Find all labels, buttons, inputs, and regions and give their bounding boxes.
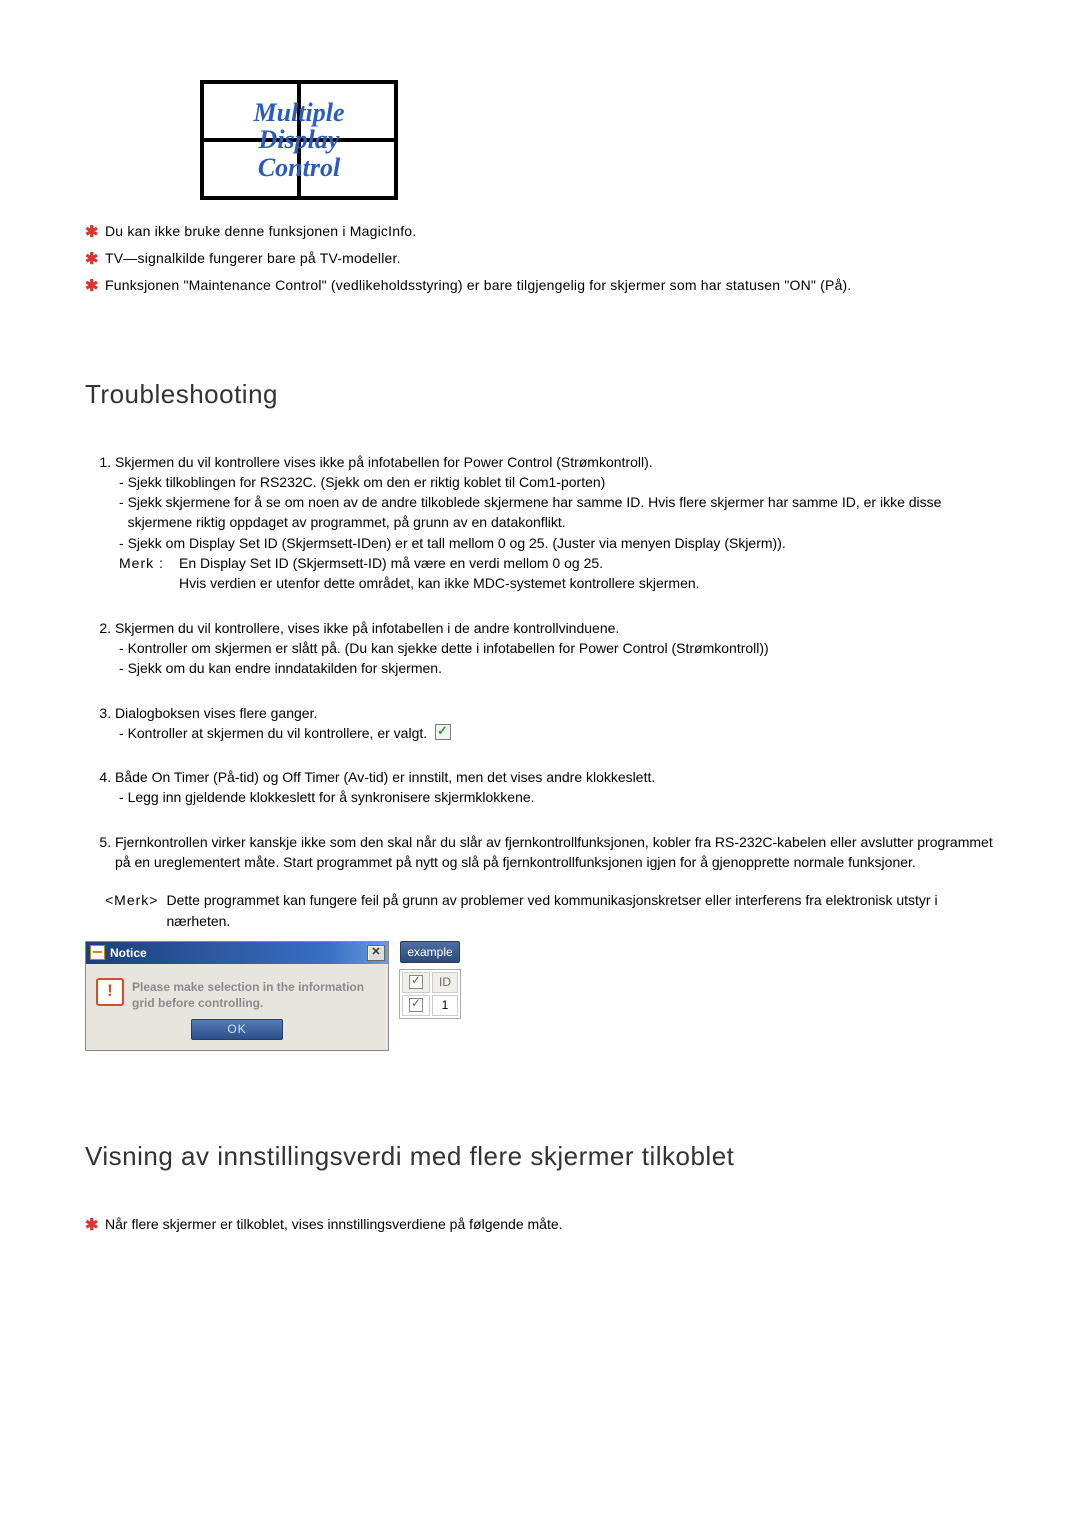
star-icon: ✱ [85,248,99,271]
ts-item-3-sub-0: Kontroller at skjermen du vil kontroller… [128,723,995,743]
star-icon: ✱ [85,275,99,298]
logo-figure: Multiple Display Control [85,80,995,203]
ts-item-2-lead: Skjermen du vil kontrollere, vises ikke … [115,620,619,636]
troubleshooting-heading: Troubleshooting [85,379,995,410]
check-icon [409,975,423,989]
ts-item-1: Skjermen du vil kontrollere vises ikke p… [115,452,995,594]
dialog-message: Please make selection in the information… [132,978,378,1011]
close-icon[interactable]: ✕ [367,945,385,961]
dialog-title: Notice [110,946,367,960]
ts-item-3-lead: Dialogboksen vises flere ganger. [115,705,317,721]
second-section-heading: Visning av innstillingsverdi med flere s… [85,1141,995,1172]
top-note-1: TV—signalkilde fungerer bare på TV-model… [105,248,995,271]
merk-label: Merk : [119,553,179,594]
check-icon [435,724,451,740]
example-table-header: ID [432,972,458,993]
example-table-value: 1 [432,995,458,1016]
dialog-app-icon [90,945,105,960]
dialog-titlebar: Notice ✕ [86,942,388,964]
merk-text: En Display Set ID (Skjermsett-ID) må vær… [179,553,995,594]
logo-line1: Multiple [253,98,344,127]
bottom-note-text: Når flere skjermer er tilkoblet, vises i… [105,1214,563,1237]
ok-button[interactable]: OK [191,1019,283,1040]
ts-item-4-sub-0: Legg inn gjeldende klokkeslett for å syn… [128,787,995,807]
ts-item-4-lead: Både On Timer (På-tid) og Off Timer (Av-… [115,769,655,785]
final-note: <Merk> Dette programmet kan fungere feil… [85,890,995,931]
final-note-text: Dette programmet kan fungere feil på gru… [166,890,995,931]
ts-item-1-sub-2: Sjekk om Display Set ID (Skjermsett-IDen… [128,533,995,553]
warning-icon: ! [96,978,124,1006]
star-icon: ✱ [85,221,99,244]
ts-item-2: Skjermen du vil kontrollere, vises ikke … [115,618,995,679]
bottom-note: ✱ Når flere skjermer er tilkoblet, vises… [85,1214,995,1237]
logo-line3: Control [258,153,340,182]
ts-item-2-sub-1: Sjekk om du kan endre inndatakilden for … [128,658,995,678]
star-icon: ✱ [85,1214,99,1237]
example-table: ID 1 [399,969,461,1019]
ts-item-1-sub-0: Sjekk tilkoblingen for RS232C. (Sjekk om… [128,472,995,492]
final-note-label: <Merk> [105,890,166,931]
ts-item-1-lead: Skjermen du vil kontrollere vises ikke p… [115,454,653,470]
ts-item-3: Dialogboksen vises flere ganger. Kontrol… [115,703,995,744]
top-note-0: Du kan ikke bruke denne funksjonen i Mag… [105,221,995,244]
ts-item-5-lead: Fjernkontrollen virker kanskje ikke som … [115,834,993,870]
check-icon [409,998,423,1012]
ts-item-1-sub-1: Sjekk skjermene for å se om noen av de a… [128,492,995,533]
example-panel: example ID 1 [399,941,461,1019]
ts-item-5: Fjernkontrollen virker kanskje ikke som … [115,832,995,873]
ts-item-2-sub-0: Kontroller om skjermen er slått på. (Du … [128,638,995,658]
top-notes: ✱ Du kan ikke bruke denne funksjonen i M… [85,221,995,299]
notice-dialog: Notice ✕ ! Please make selection in the … [85,941,389,1051]
ts-item-4: Både On Timer (På-tid) og Off Timer (Av-… [115,767,995,808]
example-label: example [400,941,459,963]
top-note-2: Funksjonen "Maintenance Control" (vedlik… [105,275,995,298]
troubleshooting-list: Skjermen du vil kontrollere vises ikke p… [85,452,995,873]
logo-line2: Display [259,125,340,154]
